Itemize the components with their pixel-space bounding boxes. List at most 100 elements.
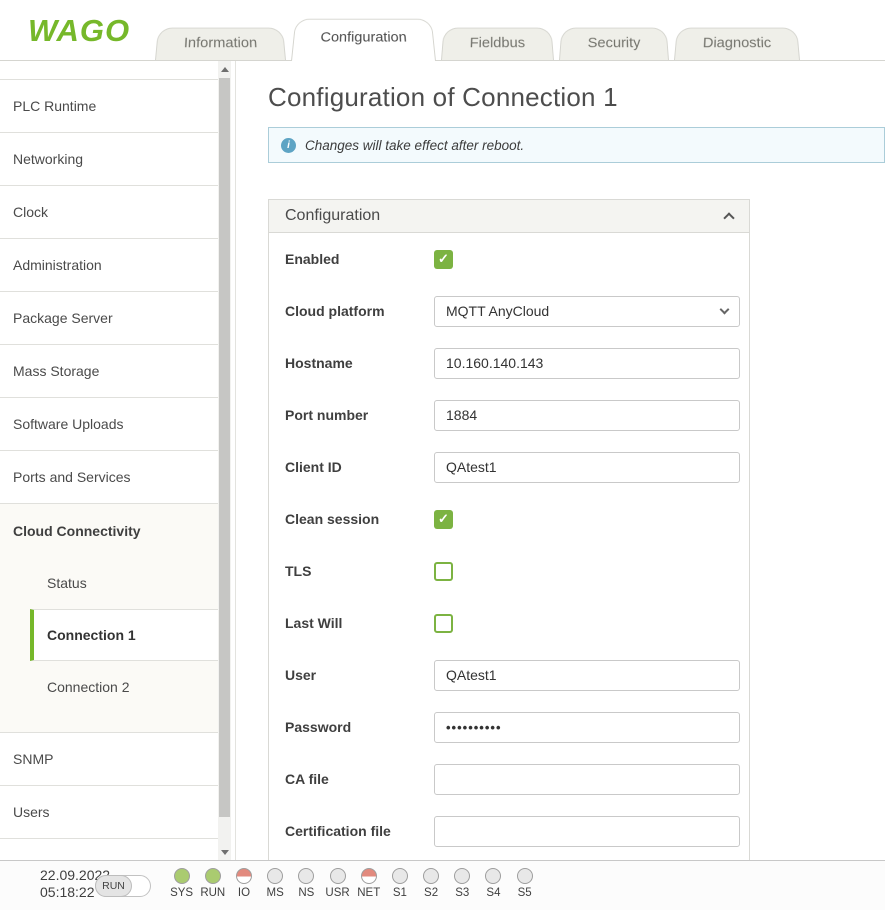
run-stop-toggle[interactable]: RUN xyxy=(95,875,151,897)
page-title: Configuration of Connection 1 xyxy=(268,82,885,113)
text-input[interactable] xyxy=(434,764,740,795)
checkbox[interactable]: ✓ xyxy=(434,250,453,269)
text-input[interactable] xyxy=(434,816,740,847)
led-indicator xyxy=(485,868,501,884)
scroll-down-button[interactable] xyxy=(218,844,231,860)
tab[interactable]: Information xyxy=(155,28,286,60)
run-toggle-knob[interactable]: RUN xyxy=(95,875,132,897)
led-label: S1 xyxy=(393,887,407,899)
field-label: Client ID xyxy=(285,459,434,475)
field-control xyxy=(434,400,740,431)
text-input[interactable] xyxy=(434,660,740,691)
field-row: Password xyxy=(285,701,740,753)
sidebar-sub-item[interactable]: Status xyxy=(0,557,219,609)
select-value: MQTT AnyCloud xyxy=(446,303,549,319)
panel-header[interactable]: Configuration xyxy=(269,200,749,233)
field-row: Certification file xyxy=(285,805,740,857)
sidebar-group-title[interactable]: Cloud Connectivity xyxy=(0,504,219,557)
led-label: S2 xyxy=(424,887,438,899)
triangle-down-icon xyxy=(221,850,229,855)
sidebar-item[interactable]: SNMP xyxy=(0,732,219,785)
text-input[interactable] xyxy=(434,348,740,379)
field-label: Port number xyxy=(285,407,434,423)
field-label: Last Will xyxy=(285,615,434,631)
sidebar-item[interactable]: Modbus xyxy=(0,838,219,860)
tab-bar: InformationConfiguration Fieldbus Security… xyxy=(155,16,805,60)
tab[interactable]: Diagnostic xyxy=(674,28,800,60)
led-item: NS xyxy=(291,868,322,899)
scroll-up-button[interactable] xyxy=(218,61,231,77)
field-control xyxy=(434,660,740,691)
field-label: User xyxy=(285,667,434,683)
sidebar-sub-item[interactable]: Connection 2 xyxy=(0,661,219,713)
field-label: Clean session xyxy=(285,511,434,527)
led-label: RUN xyxy=(200,887,225,899)
reboot-notice: i Changes will take effect after reboot. xyxy=(268,127,885,163)
chevron-up-icon xyxy=(723,212,734,223)
field-label: Password xyxy=(285,719,434,735)
field-row: Port number xyxy=(285,389,740,441)
panel-body: Enabled ✓ Cloud platform MQTT AnyCloud H… xyxy=(269,233,749,860)
sidebar-item[interactable]: Mass Storage xyxy=(0,344,219,397)
sidebar-nav: PLC RuntimeNetworkingClockAdministration… xyxy=(0,61,219,860)
field-control: MQTT AnyCloud xyxy=(434,296,740,327)
field-control xyxy=(434,348,740,379)
led-indicator xyxy=(298,868,314,884)
led-item: NET xyxy=(353,868,384,899)
field-label: Cloud platform xyxy=(285,303,434,319)
sidebar-group: Cloud Connectivity StatusConnection 1Con… xyxy=(0,503,219,732)
led-item: MS xyxy=(260,868,291,899)
led-item: SYS xyxy=(166,868,197,899)
sidebar-sub-item[interactable]: Connection 1 xyxy=(30,609,219,661)
led-label: S4 xyxy=(486,887,500,899)
text-input[interactable] xyxy=(434,452,740,483)
led-item: USR xyxy=(322,868,353,899)
sidebar-item[interactable]: Administration xyxy=(0,238,219,291)
field-row: Last Will xyxy=(285,597,740,649)
led-item: S1 xyxy=(384,868,415,899)
led-item: S2 xyxy=(416,868,447,899)
led-label: NS xyxy=(298,887,314,899)
scrollbar-thumb[interactable] xyxy=(219,78,230,817)
field-label: CA file xyxy=(285,771,434,787)
field-control: ✓ xyxy=(434,250,740,269)
main-content: Configuration of Connection 1 i Changes … xyxy=(236,61,885,860)
header: WAGO InformationConfigurationFieldbusSec… xyxy=(0,0,885,61)
sidebar-item[interactable]: Clock xyxy=(0,185,219,238)
wago-wbm-page: WAGO InformationConfigurationFieldbusSec… xyxy=(0,0,885,910)
led-label: IO xyxy=(238,887,250,899)
text-input[interactable] xyxy=(434,400,740,431)
sidebar-item[interactable]: Package Server xyxy=(0,291,219,344)
checkbox[interactable] xyxy=(434,614,453,633)
field-row: Cloud platform MQTT AnyCloud xyxy=(285,285,740,337)
field-label: Hostname xyxy=(285,355,434,371)
tab[interactable]: Security xyxy=(559,28,669,60)
led-item: RUN xyxy=(197,868,228,899)
tab-label: Fieldbus xyxy=(470,35,526,51)
sidebar-item[interactable]: Networking xyxy=(0,132,219,185)
field-label: TLS xyxy=(285,563,434,579)
field-control xyxy=(434,452,740,483)
tab[interactable]: Configuration xyxy=(291,19,436,61)
checkbox[interactable]: ✓ xyxy=(434,510,453,529)
sidebar-scrollbar[interactable] xyxy=(218,61,231,860)
sidebar-item[interactable]: Ports and Services xyxy=(0,450,219,503)
triangle-up-icon xyxy=(221,67,229,72)
select-dropdown[interactable]: MQTT AnyCloud xyxy=(434,296,740,327)
sidebar-item[interactable]: Users xyxy=(0,785,219,838)
sidebar-item[interactable]: Software Uploads xyxy=(0,397,219,450)
led-indicator xyxy=(236,868,252,884)
led-indicator xyxy=(517,868,533,884)
panel-title: Configuration xyxy=(285,207,380,225)
checkbox[interactable] xyxy=(434,562,453,581)
notice-text: Changes will take effect after reboot. xyxy=(305,138,524,153)
led-item: S4 xyxy=(478,868,509,899)
field-row: Enabled ✓ xyxy=(285,233,740,285)
field-control xyxy=(434,562,740,581)
field-row: TLS xyxy=(285,545,740,597)
field-row: Client ID xyxy=(285,441,740,493)
text-input[interactable] xyxy=(434,712,740,743)
tab[interactable]: Fieldbus xyxy=(441,28,554,60)
sidebar-item[interactable]: PLC Runtime xyxy=(0,79,219,132)
led-label: SYS xyxy=(170,887,193,899)
